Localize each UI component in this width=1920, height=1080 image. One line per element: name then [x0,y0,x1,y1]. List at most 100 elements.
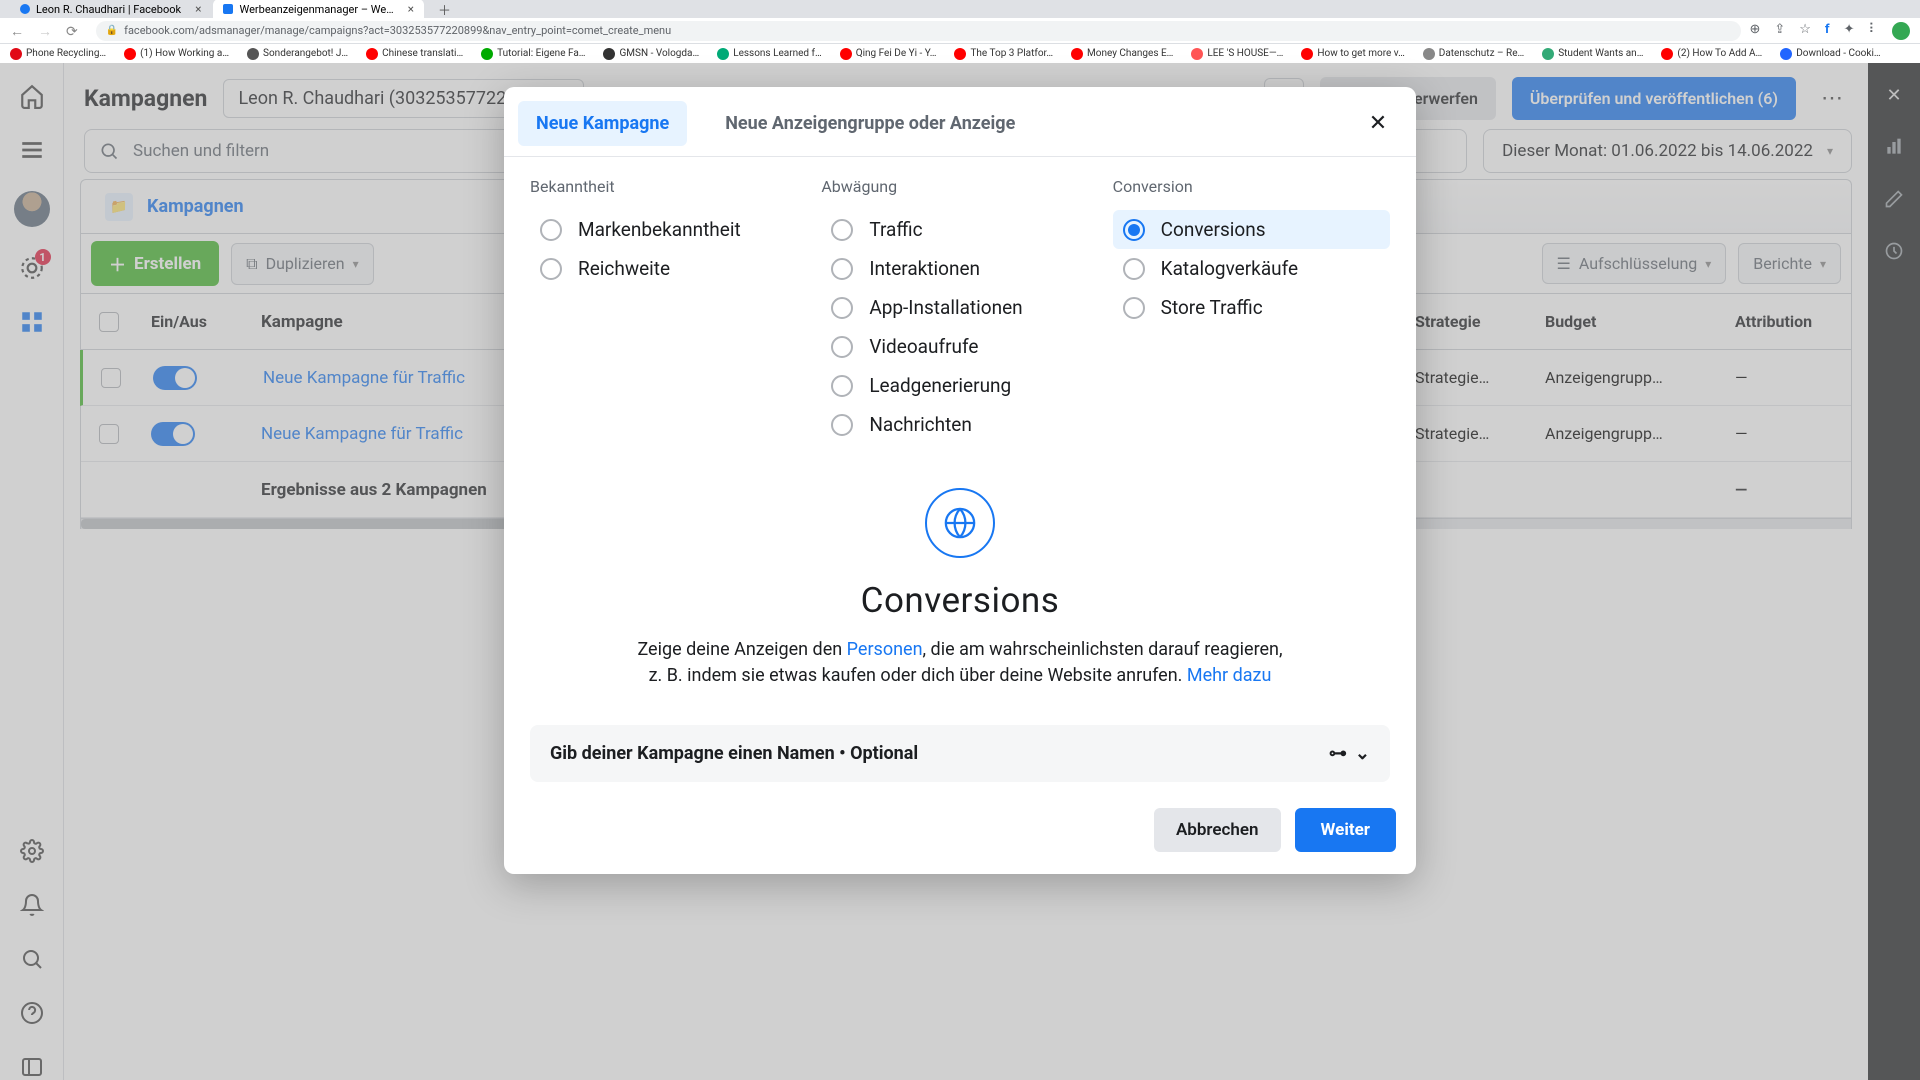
bookmark-favicon-icon [1423,48,1435,60]
bookmark-item[interactable]: Chinese translati… [366,48,463,60]
bookmark-item[interactable]: The Top 3 Platfor… [954,48,1053,60]
forward-icon[interactable]: → [38,24,52,40]
star-icon[interactable]: ☆ [1799,22,1811,40]
bookmark-item[interactable]: Tutorial: Eigene Fa… [481,48,585,60]
modal-close-button[interactable]: ✕ [1360,106,1396,142]
campaign-name-label: Gib deiner Kampagne einen Namen • Option… [550,743,918,764]
campaign-name-row[interactable]: Gib deiner Kampagne einen Namen • Option… [530,725,1390,782]
back-icon[interactable]: ← [10,24,24,40]
bookmark-label: (1) How Working a… [140,48,229,59]
modal-footer: Abbrechen Weiter [504,790,1416,874]
chevron-down-icon: ⌄ [1355,743,1370,764]
browser-nav-arrows: ← → ⟳ [10,21,88,40]
objective-messages[interactable]: Nachrichten [821,405,1098,444]
bookmark-item[interactable]: GMSN - Vologda… [603,48,699,60]
profile-avatar-icon[interactable] [1892,22,1910,40]
bookmark-label: The Top 3 Platfor… [970,48,1053,59]
zoom-icon[interactable]: ⊕ [1749,22,1760,40]
hero-title: Conversions [861,580,1060,621]
hero-link-people[interactable]: Personen [847,639,923,660]
objective-app-installs[interactable]: App-Installationen [821,288,1098,327]
url-text: facebook.com/adsmanager/manage/campaigns… [124,24,671,37]
tab-close-icon[interactable]: × [408,2,414,16]
objective-label: Store Traffic [1161,296,1263,319]
globe-icon [925,488,995,558]
bookmark-favicon-icon [840,48,852,60]
column-conversion: Conversion Conversions Katalogverkäufe S… [1113,177,1390,444]
new-campaign-modal: Neue Kampagne Neue Anzeigengruppe oder A… [504,87,1416,874]
objective-brand-awareness[interactable]: Markenbekanntheit [530,210,807,249]
bookmark-item[interactable]: Phone Recycling… [10,48,106,60]
bookmark-favicon-icon [10,48,22,60]
browser-toolbar-icons: ⊕ ⇪ ☆ f ✦ ⠇ [1749,22,1910,40]
objective-label: Markenbekanntheit [578,218,741,241]
objective-label: Traffic [869,218,922,241]
bookmark-favicon-icon [603,48,615,60]
objective-store-traffic[interactable]: Store Traffic [1113,288,1390,327]
bookmark-label: Qing Fei De Yi - Y… [856,48,937,59]
browser-tab[interactable]: Leon R. Chaudhari | Facebook × [10,0,211,19]
reload-icon[interactable]: ⟳ [66,24,78,40]
bookmark-label: How to get more v… [1317,48,1404,59]
objective-label: Leadgenerierung [869,374,1011,397]
modal-tab-new-campaign[interactable]: Neue Kampagne [518,101,687,146]
bookmark-label: Sonderangebot! J… [263,48,348,59]
bookmark-label: LEE 'S HOUSE—… [1207,48,1283,59]
column-heading: Conversion [1113,177,1390,196]
bookmark-item[interactable]: Money Changes E… [1071,48,1173,60]
bookmark-item[interactable]: How to get more v… [1301,48,1404,60]
browser-address-bar: ← → ⟳ 🔒 facebook.com/adsmanager/manage/c… [0,18,1920,44]
facebook-ext-icon[interactable]: f [1825,22,1830,40]
hero-link-more[interactable]: Mehr dazu [1187,665,1272,686]
bookmark-label: Datenschutz – Re… [1439,48,1524,59]
browser-chrome: Leon R. Chaudhari | Facebook × Werbeanze… [0,0,1920,63]
bookmark-favicon-icon [1542,48,1554,60]
bookmark-item[interactable]: Datenschutz – Re… [1423,48,1524,60]
bookmark-item[interactable]: (1) How Working a… [124,48,229,60]
bookmark-favicon-icon [481,48,493,60]
objective-engagement[interactable]: Interaktionen [821,249,1098,288]
menu-icon[interactable]: ⠇ [1868,22,1878,40]
bookmark-label: Download - Cooki… [1796,48,1880,59]
objective-label: Katalogverkäufe [1161,257,1298,280]
objective-catalog-sales[interactable]: Katalogverkäufe [1113,249,1390,288]
bookmark-favicon-icon [1301,48,1313,60]
bookmark-item[interactable]: Lessons Learned f… [717,48,822,60]
modal-overlay: Neue Kampagne Neue Anzeigengruppe oder A… [0,63,1920,1080]
bookmark-item[interactable]: Student Wants an… [1542,48,1643,60]
bookmark-label: Student Wants an… [1558,48,1643,59]
tab-close-icon[interactable]: × [195,2,201,16]
bookmark-favicon-icon [124,48,136,60]
objective-hero: Conversions Zeige deine Anzeigen den Per… [530,488,1390,689]
bookmark-label: Phone Recycling… [26,48,106,59]
bookmark-item[interactable]: Download - Cooki… [1780,48,1880,60]
objective-conversions[interactable]: Conversions [1113,210,1390,249]
bookmark-label: Lessons Learned f… [733,48,822,59]
cancel-button[interactable]: Abbrechen [1154,808,1281,852]
url-field[interactable]: 🔒 facebook.com/adsmanager/manage/campaig… [96,21,1742,41]
modal-tab-existing[interactable]: Neue Anzeigengruppe oder Anzeige [707,101,1033,146]
browser-tab[interactable]: Werbeanzeigenmanager – We… × [213,0,423,19]
modal-header: Neue Kampagne Neue Anzeigengruppe oder A… [504,87,1416,146]
bookmark-favicon-icon [366,48,378,60]
new-tab-icon[interactable]: ＋ [438,0,451,19]
next-button[interactable]: Weiter [1295,808,1396,852]
bookmark-favicon-icon [1191,48,1203,60]
objective-lead-generation[interactable]: Leadgenerierung [821,366,1098,405]
objective-label: Conversions [1161,218,1266,241]
lock-icon: 🔒 [106,25,118,36]
bookmark-item[interactable]: (2) How To Add A… [1661,48,1762,60]
bookmark-favicon-icon [1661,48,1673,60]
facebook-icon [223,4,233,14]
objective-traffic[interactable]: Traffic [821,210,1098,249]
objective-video-views[interactable]: Videoaufrufe [821,327,1098,366]
share-icon[interactable]: ⇪ [1774,22,1785,40]
bookmark-item[interactable]: Sonderangebot! J… [247,48,348,60]
bookmark-item[interactable]: LEE 'S HOUSE—… [1191,48,1283,60]
browser-tab-bar: Leon R. Chaudhari | Facebook × Werbeanze… [0,0,1920,18]
extensions-icon[interactable]: ✦ [1844,22,1855,40]
column-consideration: Abwägung Traffic Interaktionen App-Insta… [821,177,1098,444]
hero-text: Zeige deine Anzeigen den [637,639,846,660]
bookmark-item[interactable]: Qing Fei De Yi - Y… [840,48,937,60]
objective-reach[interactable]: Reichweite [530,249,807,288]
